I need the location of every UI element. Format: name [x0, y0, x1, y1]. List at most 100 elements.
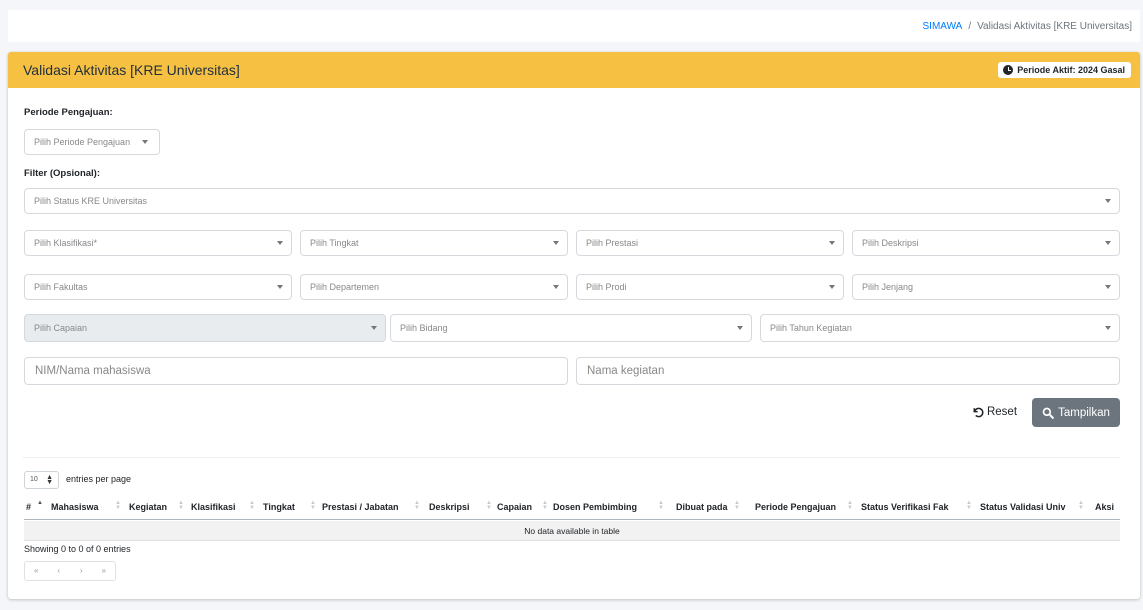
prestasi-select[interactable]: Pilih Prestasi — [576, 230, 844, 256]
tingkat-select-value: Pilih Tingkat — [310, 238, 359, 248]
chevron-down-icon — [1105, 199, 1111, 203]
previous-page-button[interactable]: ‹ — [48, 562, 71, 580]
sort-icon: ▲ ▼ — [966, 500, 972, 511]
tampilkan-button[interactable]: Tampilkan — [1032, 398, 1120, 427]
departemen-select-value: Pilih Departemen — [310, 282, 380, 292]
sort-icon: ▲ ▼ — [734, 500, 740, 511]
sort-icon: ▲ ▼ — [1078, 500, 1084, 511]
tahun-kegiatan-select-value: Pilih Tahun Kegiatan — [770, 323, 852, 333]
sort-icon: ▲ ▼ — [310, 500, 316, 511]
column-header-prestasi[interactable]: Prestasi / Jabatan — [322, 502, 399, 512]
table-empty-row: No data available in table — [24, 521, 1120, 541]
column-header-dosen-pembimbing[interactable]: Dosen Pembimbing — [553, 502, 637, 512]
entries-per-page-value: 10 — [30, 476, 38, 483]
page-title: Validasi Aktivitas [KRE Universitas] — [23, 62, 240, 78]
column-header-status-verifikasi[interactable]: Status Verifikasi Fak — [861, 502, 949, 512]
chevron-down-icon — [553, 241, 559, 245]
kegiatan-search-placeholder: Nama kegiatan — [587, 365, 665, 377]
reset-button-label: Reset — [986, 406, 1018, 418]
first-page-button[interactable]: « — [25, 562, 48, 580]
sort-icon: ▲ ▼ — [486, 500, 492, 511]
validation-card: Validasi Aktivitas [KRE Universitas] Per… — [8, 52, 1140, 599]
column-header-capaian[interactable]: Capaian — [497, 502, 532, 512]
klasifikasi-select-value: Pilih Klasifikasi* — [34, 238, 98, 248]
chevron-down-icon — [1105, 326, 1111, 330]
status-select-value: Pilih Status KRE Universitas — [34, 196, 148, 206]
sort-asc-icon: ▲ — [37, 500, 43, 506]
table-info: Showing 0 to 0 of 0 entries — [24, 544, 131, 554]
column-header-dibuat-pada[interactable]: Dibuat pada — [676, 502, 728, 512]
capaian-select: Pilih Capaian — [24, 314, 386, 342]
column-header-tingkat[interactable]: Tingkat — [263, 502, 295, 512]
prestasi-select-value: Pilih Prestasi — [586, 238, 639, 248]
card-header: Validasi Aktivitas [KRE Universitas] Per… — [8, 52, 1140, 88]
deskripsi-select-value: Pilih Deskripsi — [862, 238, 919, 248]
column-header-klasifikasi[interactable]: Klasifikasi — [191, 502, 236, 512]
last-page-button[interactable]: » — [93, 562, 116, 580]
chevron-down-icon — [277, 285, 283, 289]
chevron-down-icon — [277, 241, 283, 245]
bidang-select-value: Pilih Bidang — [400, 323, 448, 333]
period-label: Periode Pengajuan: — [24, 107, 113, 118]
breadcrumb: SIMAWA / Validasi Aktivitas [KRE Universit… — [923, 21, 1132, 32]
undo-icon — [973, 407, 984, 418]
sort-icon: ▲ ▼ — [414, 500, 420, 511]
breadcrumb-current: Validasi Aktivitas [KRE Universitas] — [977, 21, 1132, 32]
tampilkan-button-label: Tampilkan — [1058, 406, 1110, 419]
tingkat-select[interactable]: Pilih Tingkat — [300, 230, 568, 256]
jenjang-select[interactable]: Pilih Jenjang — [852, 274, 1120, 300]
nim-search-placeholder: NIM/Nama mahasiswa — [35, 365, 151, 377]
next-page-button[interactable]: › — [70, 562, 93, 580]
chevron-down-icon — [1105, 241, 1111, 245]
column-header-periode-pengajuan[interactable]: Periode Pengajuan — [755, 502, 836, 512]
period-select[interactable]: Pilih Periode Pengajuan — [24, 129, 160, 155]
column-header-number[interactable]: # — [26, 502, 31, 512]
bidang-select[interactable]: Pilih Bidang — [390, 314, 752, 342]
kegiatan-search-input[interactable]: Nama kegiatan — [576, 357, 1120, 385]
fakultas-select-value: Pilih Fakultas — [34, 282, 88, 292]
column-header-aksi: Aksi — [1095, 502, 1115, 512]
entries-per-page-select[interactable]: 10 ▲ ▼ — [24, 471, 59, 489]
sort-icon: ▲ ▼ — [178, 500, 184, 511]
active-period-text: Periode Aktif: 2024 Gasal — [1017, 65, 1125, 75]
chevron-down-icon — [553, 285, 559, 289]
sort-icon: ▲ ▼ — [847, 500, 853, 511]
period-select-value: Pilih Periode Pengajuan — [34, 137, 131, 147]
nim-search-input[interactable]: NIM/Nama mahasiswa — [24, 357, 568, 385]
reset-button[interactable]: Reset — [961, 398, 1028, 426]
sort-icon: ▲ ▼ — [249, 500, 255, 511]
top-breadcrumb-bar: SIMAWA / Validasi Aktivitas [KRE Universit… — [8, 10, 1140, 42]
entries-per-page-label: entries per page — [66, 474, 132, 484]
clock-icon — [1003, 65, 1014, 75]
active-period-badge: Periode Aktif: 2024 Gasal — [998, 62, 1131, 78]
search-icon — [1042, 407, 1054, 419]
chevron-down-icon — [829, 285, 835, 289]
breadcrumb-home-link[interactable]: SIMAWA — [923, 21, 963, 32]
chevron-down-icon — [371, 326, 377, 330]
chevron-down-icon — [1105, 285, 1111, 289]
table-header: # ▲ Mahasiswa ▲ ▼ Kegiatan ▲ ▼ Klasifikasi… — [24, 496, 1120, 520]
chevron-down-icon — [829, 241, 835, 245]
departemen-select[interactable]: Pilih Departemen — [300, 274, 568, 300]
status-select[interactable]: Pilih Status KRE Universitas — [24, 188, 1120, 214]
chevron-down-icon — [142, 140, 148, 144]
sort-icon: ▲ ▼ — [115, 500, 121, 511]
fakultas-select[interactable]: Pilih Fakultas — [24, 274, 292, 300]
chevron-down-icon — [737, 326, 743, 330]
section-divider — [23, 457, 1120, 458]
jenjang-select-value: Pilih Jenjang — [862, 282, 914, 292]
tahun-kegiatan-select[interactable]: Pilih Tahun Kegiatan — [760, 314, 1120, 342]
column-header-status-validasi[interactable]: Status Validasi Univ — [980, 502, 1066, 512]
filter-label: Filter (Opsional): — [24, 168, 100, 179]
column-header-kegiatan[interactable]: Kegiatan — [129, 502, 167, 512]
sort-updown-icon: ▲ ▼ — [46, 474, 53, 486]
sort-icon: ▲ ▼ — [658, 500, 664, 511]
klasifikasi-select[interactable]: Pilih Klasifikasi* — [24, 230, 292, 256]
prodi-select[interactable]: Pilih Prodi — [576, 274, 844, 300]
pagination: « ‹ › » — [24, 561, 116, 581]
column-header-mahasiswa[interactable]: Mahasiswa — [51, 502, 99, 512]
deskripsi-select[interactable]: Pilih Deskripsi — [852, 230, 1120, 256]
breadcrumb-separator: / — [968, 21, 972, 32]
sort-icon: ▲ ▼ — [542, 500, 548, 511]
column-header-deskripsi[interactable]: Deskripsi — [429, 502, 470, 512]
